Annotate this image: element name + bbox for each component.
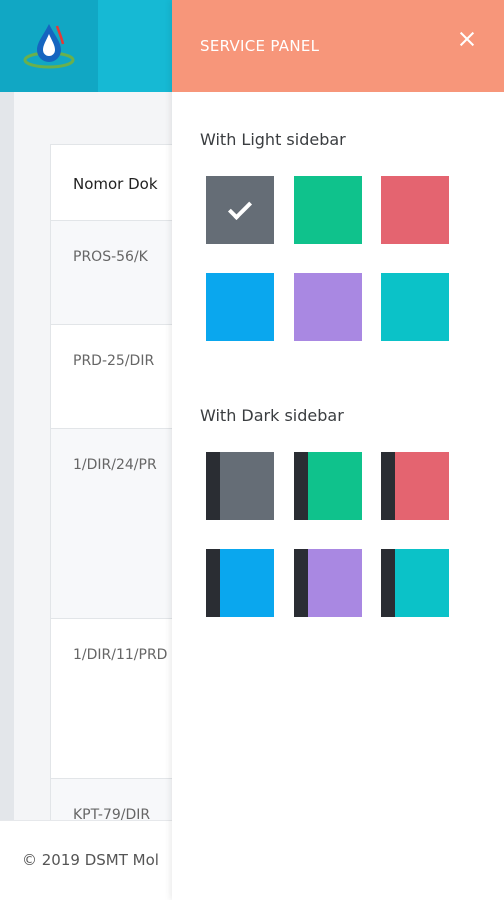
light-sidebar-label: With Light sidebar (200, 130, 346, 149)
check-icon (227, 195, 253, 221)
dark-swatch-red[interactable] (381, 452, 449, 520)
dark-stripe (206, 452, 220, 520)
light-swatch-cyan[interactable] (381, 273, 449, 341)
footer-copyright: © 2019 DSMT Mol (22, 851, 159, 869)
light-swatch-purple[interactable] (294, 273, 362, 341)
service-panel-header: SERVICE PANEL (172, 0, 504, 92)
sidebar-rail (0, 92, 14, 900)
light-swatch-red[interactable] (381, 176, 449, 244)
dark-stripe (381, 452, 395, 520)
close-icon[interactable] (456, 28, 478, 50)
app-logo[interactable] (0, 0, 98, 92)
dark-swatch-blue[interactable] (206, 549, 274, 617)
panel-title: SERVICE PANEL (200, 37, 320, 55)
dark-swatch-green[interactable] (294, 452, 362, 520)
light-swatch-green[interactable] (294, 176, 362, 244)
dark-sidebar-label: With Dark sidebar (200, 406, 344, 425)
light-swatch-blue[interactable] (206, 273, 274, 341)
water-drop-logo-icon (23, 24, 75, 69)
dark-stripe (381, 549, 395, 617)
dark-stripe (294, 452, 308, 520)
light-swatch-gray[interactable] (206, 176, 274, 244)
dark-swatch-gray[interactable] (206, 452, 274, 520)
dark-stripe (206, 549, 220, 617)
dark-swatch-purple[interactable] (294, 549, 362, 617)
service-panel: SERVICE PANEL With Light sidebar With Da… (172, 0, 504, 900)
dark-swatch-cyan[interactable] (381, 549, 449, 617)
dark-stripe (294, 549, 308, 617)
